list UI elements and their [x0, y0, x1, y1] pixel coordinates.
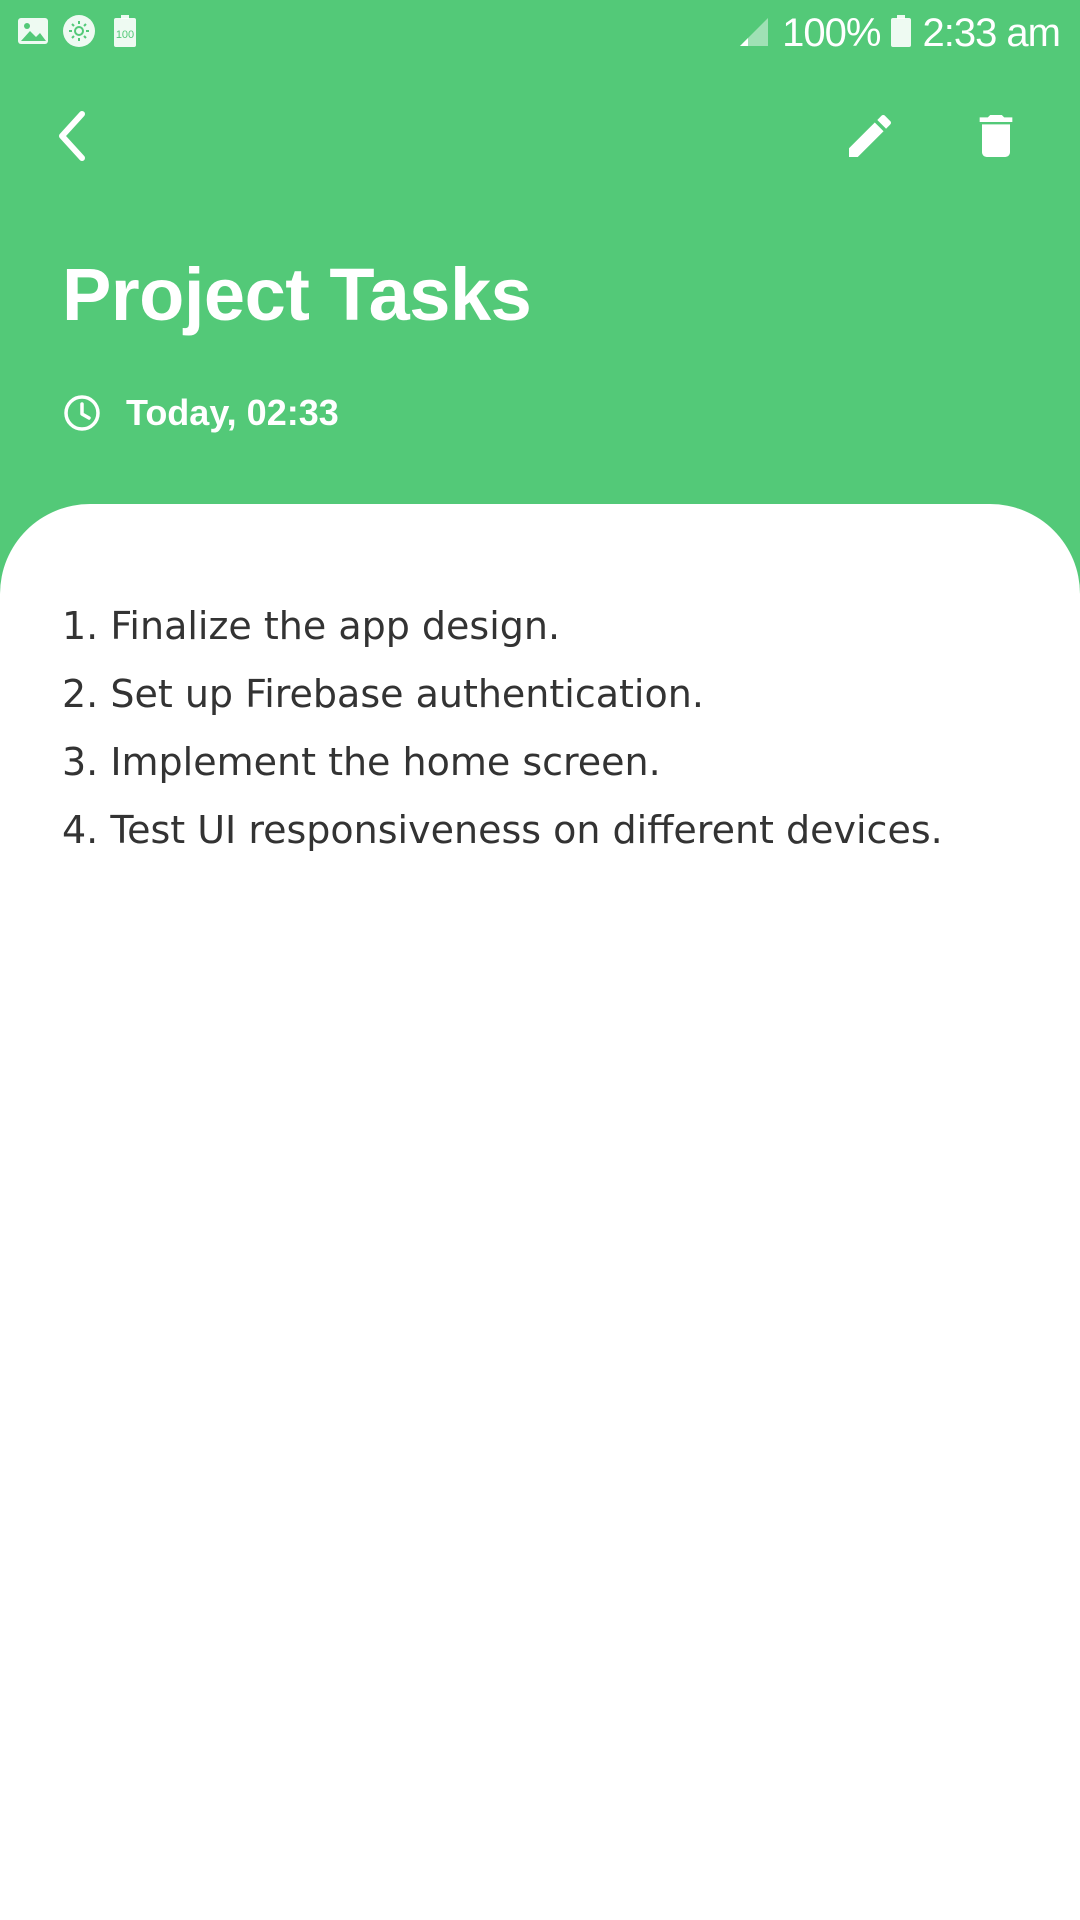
status-bar: 100 100% 2:33 am	[0, 0, 1080, 66]
gallery-icon	[16, 14, 50, 48]
list-item: 1. Finalize the app design.	[62, 604, 561, 648]
note-body: 1. Finalize the app design. 2. Set up Fi…	[62, 592, 1040, 864]
battery-percent: 100%	[782, 10, 881, 55]
clock-icon	[64, 395, 100, 431]
status-notification-icons: 100	[16, 14, 142, 48]
brightness-icon	[62, 14, 96, 48]
chevron-left-icon	[59, 111, 85, 161]
trash-icon	[979, 115, 1013, 157]
battery-icon	[890, 14, 912, 53]
battery-saver-label: 100	[116, 29, 134, 41]
list-item: 2. Set up Firebase authentication.	[62, 672, 704, 716]
note-content-sheet: 1. Finalize the app design. 2. Set up Fi…	[0, 504, 1080, 1920]
app-bar	[0, 66, 1080, 206]
signal-icon	[736, 14, 772, 53]
status-time: 2:33 am	[922, 10, 1061, 55]
note-timestamp: Today, 02:33	[126, 392, 339, 433]
delete-button[interactable]	[948, 88, 1044, 184]
back-button[interactable]	[26, 88, 122, 184]
note-detail-screen: 100 100% 2:33 am Project Tasks Today, 02…	[0, 0, 1080, 1920]
pencil-icon	[849, 114, 892, 157]
list-item: 3. Implement the home screen.	[62, 740, 661, 784]
edit-button[interactable]	[822, 88, 918, 184]
status-system-indicators: 100% 2:33 am	[736, 8, 1061, 58]
note-title: Project Tasks	[62, 253, 532, 336]
list-item: 4. Test UI responsiveness on different d…	[62, 808, 943, 852]
battery-saver-icon: 100	[108, 14, 142, 48]
note-timestamp-row: Today, 02:33	[62, 392, 339, 434]
